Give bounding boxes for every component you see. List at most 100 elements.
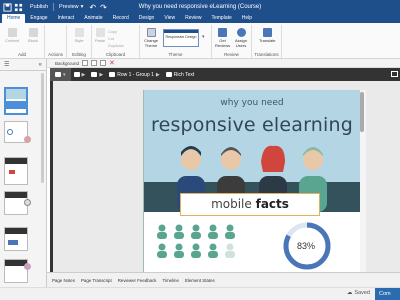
theme-thumbnail[interactable]: Responsive Design [163,29,199,47]
redo-icon[interactable]: ↷ [100,3,107,12]
background-image-icon[interactable] [82,60,89,66]
row-icon [109,72,116,77]
reviews-icon [218,28,227,37]
duplicate-button[interactable]: Duplicate [108,44,124,48]
tab-page-transcript[interactable]: Page Transcript [81,278,112,283]
preview-button[interactable]: Preview ▾ [59,4,83,10]
background-copy-icon[interactable] [100,60,107,66]
avatar [24,263,31,270]
text-icon [165,72,172,77]
breadcrumb-section[interactable]: ▶ [71,72,89,78]
style-button[interactable]: Style [72,28,86,43]
chevron-down-icon: ▾ [63,71,66,78]
tab-template[interactable]: Template [206,14,236,23]
ribbon-group-add: Content Block Add [0,25,45,58]
tab-element-states[interactable]: Element States [185,278,215,283]
commit-button[interactable]: Com [375,288,400,300]
tab-animate[interactable]: Animate [79,14,107,23]
cut-button[interactable]: Cut [108,37,114,41]
style-icon [74,28,84,37]
slide-thumbnail-1[interactable] [4,87,28,115]
tab-page-notes[interactable]: Page Notes [52,278,75,283]
grid-icon[interactable] [14,3,23,12]
get-reviews-button[interactable]: Get Reviews [215,28,230,48]
ribbon: Content Block Add Actions Style Editing … [0,23,400,59]
slide: why you need responsive elearning 83% [143,90,360,272]
breadcrumb-block[interactable]: ▶ [88,72,106,78]
users-icon [236,28,246,37]
block-button[interactable]: Block [26,28,40,43]
breadcrumb-row[interactable]: Row 1 - Group 1 ▶ [106,72,163,78]
save-icon[interactable] [3,2,12,12]
tab-help[interactable]: Help [237,14,257,23]
tab-reviewer-feedback[interactable]: Reviewer Feedback [118,278,157,283]
copy-button[interactable]: Copy [108,30,117,34]
bottom-tabs: Page Notes Page Transcript Reviewer Feed… [47,272,400,287]
saved-status: ☁ Saved [347,290,370,296]
thumb-band [6,101,26,109]
thumb-dark-bar-3 [5,228,27,234]
translate-icon [262,28,272,37]
translate-button[interactable]: Translate [259,28,276,43]
paste-button[interactable]: Paste [94,28,106,43]
gear-icon [24,199,31,206]
background-label: Background [55,60,80,66]
preview-label: Preview [59,4,79,10]
background-toolbar: Background ✕ [47,59,400,68]
saved-label: Saved [354,290,370,296]
translate-label: Translate [259,38,276,43]
device-preview-icon[interactable] [391,71,398,77]
content-label: Content [5,38,20,43]
publish-button[interactable]: Publish [30,4,48,10]
slide-thumbnail-6[interactable] [4,259,28,283]
theme-icon [146,28,156,37]
thumb-red-mark [9,170,15,174]
assign-users-button[interactable]: Assign Users [233,28,249,48]
breadcrumb-rich-text[interactable]: Rich Text [163,72,197,78]
thumb-circle [7,129,13,135]
close-icon[interactable]: ✕ [109,59,115,67]
group-label-translations: Translations [254,52,279,57]
donut-value: 83% [297,241,316,251]
ribbon-group-theme: Change Theme Responsive Design ▾ Theme [140,25,212,58]
tab-design[interactable]: Design [134,14,160,23]
content-button[interactable]: Content [5,28,19,43]
background-fill-icon[interactable] [91,60,98,66]
tab-review[interactable]: Review [180,14,206,23]
slide-thumbnail-5[interactable] [4,227,28,251]
chevron-down-icon: ▾ [80,4,84,10]
tab-home[interactable]: Home [2,14,26,23]
slide-panel-menu-icon[interactable]: ☰ [4,61,9,68]
slide-panel-scrollbar[interactable] [41,73,44,183]
avatar [24,136,31,143]
slide-thumbnail-3[interactable] [4,157,28,185]
content-icon [7,28,17,37]
theme-thumbnail-bar [164,30,198,33]
breadcrumb-page-icon[interactable]: ▾ [50,68,71,81]
page-icon [55,72,61,77]
thumb-dark-bar [5,158,27,164]
people-grid-icon [157,224,235,258]
slide-panel-collapse-icon[interactable]: « [39,62,42,68]
tab-interact[interactable]: Interact [53,14,80,23]
slide-scrollbar[interactable] [360,92,364,132]
breadcrumb: ▾ ▶ ▶ Row 1 - Group 1 ▶ Rich Text [50,68,400,81]
tab-timeline[interactable]: Timeline [163,278,179,283]
theme-dropdown-icon[interactable]: ▾ [202,34,205,40]
tab-engage[interactable]: Engage [25,14,52,23]
mobile-facts-box[interactable]: mobile facts [180,193,320,216]
ribbon-group-clipboard: Paste Copy Cut Duplicate Clipboard [92,25,140,58]
slide-subtitle[interactable]: why you need [144,98,360,108]
block-icon [28,28,38,37]
change-theme-button[interactable]: Change Theme [142,28,160,48]
group-label-editing: Editing [72,52,86,57]
tab-record[interactable]: Record [108,14,134,23]
theme-name: Responsive Design [165,35,197,39]
ribbon-group-actions: Actions [45,25,67,58]
chevron-right-icon: ▶ [81,71,86,78]
thumb-blue-mark [8,240,18,245]
separator [53,3,55,11]
slide-title[interactable]: responsive elearning [144,114,360,136]
undo-icon[interactable]: ↶ [89,3,96,12]
tab-view[interactable]: View [159,14,180,23]
